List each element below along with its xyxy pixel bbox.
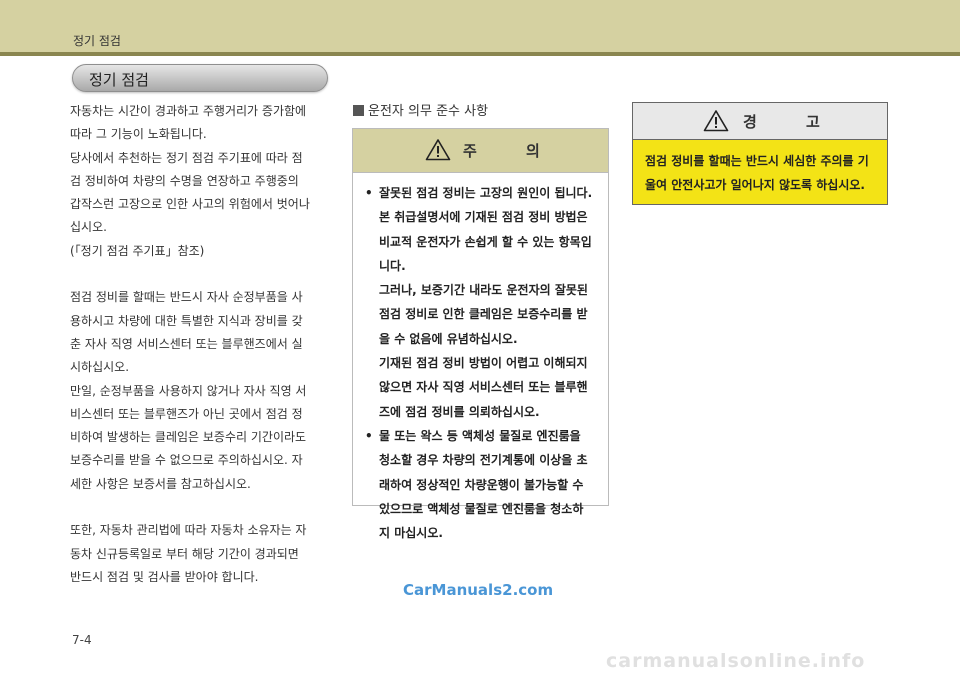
body-line: 자동차는 시간이 경과하고 주행거리가 증가함에 [70, 104, 307, 118]
body-line: 비하여 발생하는 클레임은 보증수리 기간이라도 [70, 430, 307, 445]
caution-list: • 잘못된 점검 정비는 고장의 원인이 됩니다. 본 취급설명서에 기재된 점검 … [353, 173, 608, 545]
caution-line: 기재된 점검 정비 방법이 어렵고 이해되지 [379, 356, 588, 371]
warning-line: 울여 안전사고가 일어나지 않도록 하십시오. [645, 178, 865, 192]
caution-line: 지 마십시오. [379, 526, 443, 541]
warning-header: 경 고 [633, 103, 887, 140]
obligations-heading: 운전자 의무 준수 사항 [353, 100, 488, 119]
body-line: 세한 사항은 보증서를 참고하십시오. [70, 476, 251, 491]
body-line: 당사에서 추천하는 정기 점검 주기표에 따라 점 [70, 150, 303, 165]
body-line: 용하시고 차량에 대한 특별한 지식과 장비를 갖 [70, 313, 303, 328]
caution-line: 점검 정비로 인한 클레임은 보증수리를 받 [379, 307, 588, 322]
body-line: 갑작스런 고장으로 인한 사고의 위험에서 벗어나 [70, 197, 310, 212]
warning-triangle-icon [425, 139, 451, 161]
body-line: 만일, 순정부품을 사용하지 않거나 자사 직영 서 [70, 383, 307, 398]
caution-line: 즈에 점검 정비를 의뢰하십시오. [379, 404, 540, 419]
caution-line: 비교적 운전자가 손쉽게 할 수 있는 항목입 [379, 234, 592, 249]
header-title: 정기 점검 [73, 34, 121, 48]
section-title-pill: 정기 점검 [72, 64, 328, 92]
body-line: 춘 자사 직영 서비스센터 또는 블루핸즈에서 실 [70, 336, 303, 351]
bullet-icon: • [365, 428, 373, 443]
footer-watermark: carmanualsonline.info [606, 650, 866, 672]
body-line: 시하십시오. [70, 360, 130, 375]
bullet-icon: • [365, 186, 373, 200]
caution-line: 니다. [379, 258, 406, 273]
body-line: (「정기 점검 주기표」참조) [70, 243, 205, 258]
body-line: 비스센터 또는 블루핸즈가 아닌 곳에서 점검 정 [70, 406, 303, 421]
body-line: 또한, 자동차 관리법에 따라 자동차 소유자는 자 [70, 523, 307, 538]
page-number: 7-4 [72, 633, 92, 647]
caution-line: 래하여 정상적인 차량운행이 불가능할 수 [379, 477, 584, 492]
body-line: 검 정비하여 차량의 수명을 연장하고 주행중의 [70, 173, 299, 188]
body-line: 동차 신규등록일로 부터 해당 기간이 경과되면 [70, 546, 299, 561]
caution-box: 주 의 • 잘못된 점검 정비는 고장의 원인이 됩니다. 본 취급설명서에 기재된… [352, 128, 609, 540]
header-rule [0, 52, 960, 56]
body-paragraph: 또한, 자동차 관리법에 따라 자동차 소유자는 자동차 신규등록일로 부터 해… [70, 519, 336, 589]
caution-line: 있으므로 액체성 물질로 엔진룸을 청소하 [379, 501, 584, 516]
warning-body: 점검 정비를 할때는 반드시 세심한 주의를 기울여 안전사고가 일어나지 않도… [633, 140, 887, 204]
caution-item: • 물 또는 왁스 등 액체성 물질로 엔진룸을청소할 경우 차량의 전기계통에 … [365, 424, 600, 545]
body-line: 보증수리를 받을 수 없으므로 주의하십시오. 자 [70, 453, 303, 468]
caution-line: 을 수 없음에 유념하십시오. [379, 331, 518, 346]
body-paragraph: 자동차는 시간이 경과하고 주행거리가 증가함에따라 그 기능이 노화됩니다. 당… [70, 100, 336, 263]
caution-line: 청소할 경우 차량의 전기계통에 이상을 초 [379, 453, 588, 468]
caution-line: 잘못된 점검 정비는 고장의 원인이 됩니다. [379, 186, 593, 200]
body-line: 십시오. [70, 220, 107, 235]
obligations-heading-text: 운전자 의무 준수 사항 [368, 104, 489, 119]
section-title: 정기 점검 [89, 71, 149, 89]
body-line: 반드시 점검 및 검사를 받아야 합니다. [70, 569, 259, 584]
header-band [0, 0, 960, 52]
body-line: 점검 정비를 할때는 반드시 자사 순정부품을 사 [70, 290, 303, 305]
caution-line: 본 취급설명서에 기재된 점검 정비 방법은 [379, 210, 588, 225]
caution-line: 않으면 자사 직영 서비스센터 또는 블루핸 [379, 380, 588, 395]
warning-line: 점검 정비를 할때는 반드시 세심한 주의를 기 [645, 154, 869, 168]
caution-header: 주 의 [353, 129, 608, 173]
caution-line: 그러나, 보증기간 내라도 운전자의 잘못된 [379, 283, 588, 298]
site-watermark[interactable]: CarManuals2.com [403, 581, 553, 599]
warning-triangle-icon [703, 110, 729, 132]
caution-item: • 잘못된 점검 정비는 고장의 원인이 됩니다. 본 취급설명서에 기재된 점검 … [365, 181, 600, 424]
body-paragraph: 점검 정비를 할때는 반드시 자사 순정부품을 사용하시고 차량에 대한 특별한… [70, 286, 336, 496]
square-bullet-icon [353, 105, 364, 116]
body-text-column: 자동차는 시간이 경과하고 주행거리가 증가함에따라 그 기능이 노화됩니다. 당… [70, 100, 336, 613]
warning-title: 경 고 [743, 113, 842, 131]
caution-title: 주 의 [463, 142, 562, 160]
caution-line: 물 또는 왁스 등 액체성 물질로 엔진룸을 [379, 428, 581, 443]
body-line: 따라 그 기능이 노화됩니다. [70, 127, 207, 142]
warning-box: 경 고 점검 정비를 할때는 반드시 세심한 주의를 기울여 안전사고가 일어나… [632, 102, 888, 205]
